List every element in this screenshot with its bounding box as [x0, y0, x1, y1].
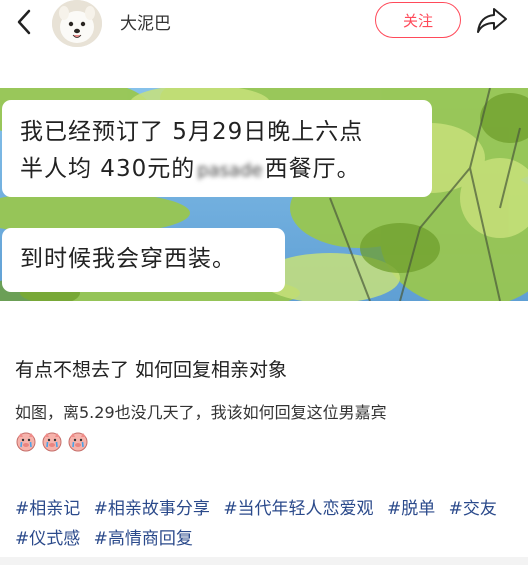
crying-pig-emoji-icon [68, 432, 88, 452]
back-button[interactable] [10, 6, 38, 38]
hashtag-link[interactable]: #相亲故事分享 [94, 499, 210, 519]
samoyed-dog-avatar [52, 0, 102, 47]
bottom-divider [0, 557, 528, 565]
share-button[interactable] [474, 4, 510, 36]
blurred-restaurant-name: pasade [197, 160, 263, 181]
chat-bubble-reservation: 我已经预订了 5月29日晚上六点 半人均 430元的 pasade西餐厅。 [2, 100, 432, 197]
bubble-line-2: 半人均 430元的 pasade西餐厅。 [20, 151, 432, 189]
avatar[interactable] [52, 0, 102, 47]
hashtag-link[interactable]: #交友 [449, 499, 497, 519]
hashtag-link[interactable]: #脱单 [387, 499, 435, 519]
share-icon [477, 8, 507, 33]
post-image[interactable]: 我已经预订了 5月29日晚上六点 半人均 430元的 pasade西餐厅。 到时候… [0, 88, 528, 301]
crying-pig-emoji-icon [42, 432, 62, 452]
hashtag-link[interactable]: #仪式感 [15, 529, 80, 549]
hashtag-list: #相亲记 #相亲故事分享 #当代年轻人恋爱观 #脱单 #交友 #仪式感 #高情商… [15, 494, 520, 554]
bubble-line-2-suffix: 西餐厅。 [264, 156, 361, 182]
emoji-row [15, 430, 89, 452]
hashtag-link[interactable]: #当代年轻人恋爱观 [223, 499, 373, 519]
top-bar: 大泥巴 关注 [0, 0, 528, 48]
post-description: 如图，离5.29也没几天了，我该如何回复这位男嘉宾 [15, 403, 387, 422]
follow-button[interactable]: 关注 [375, 2, 461, 38]
crying-pig-emoji-icon [16, 432, 36, 452]
username[interactable]: 大泥巴 [120, 9, 171, 34]
chat-bubble-suit: 到时候我会穿西装。 [2, 228, 285, 292]
hashtag-link[interactable]: #相亲记 [15, 499, 80, 519]
post-title: 有点不想去了 如何回复相亲对象 [15, 359, 288, 381]
back-arrow-icon [17, 9, 31, 35]
hashtag-link[interactable]: #高情商回复 [94, 529, 193, 549]
bubble-line-2-prefix: 半人均 430元的 [20, 156, 196, 182]
bubble-line-1: 我已经预订了 5月29日晚上六点 [20, 119, 364, 145]
